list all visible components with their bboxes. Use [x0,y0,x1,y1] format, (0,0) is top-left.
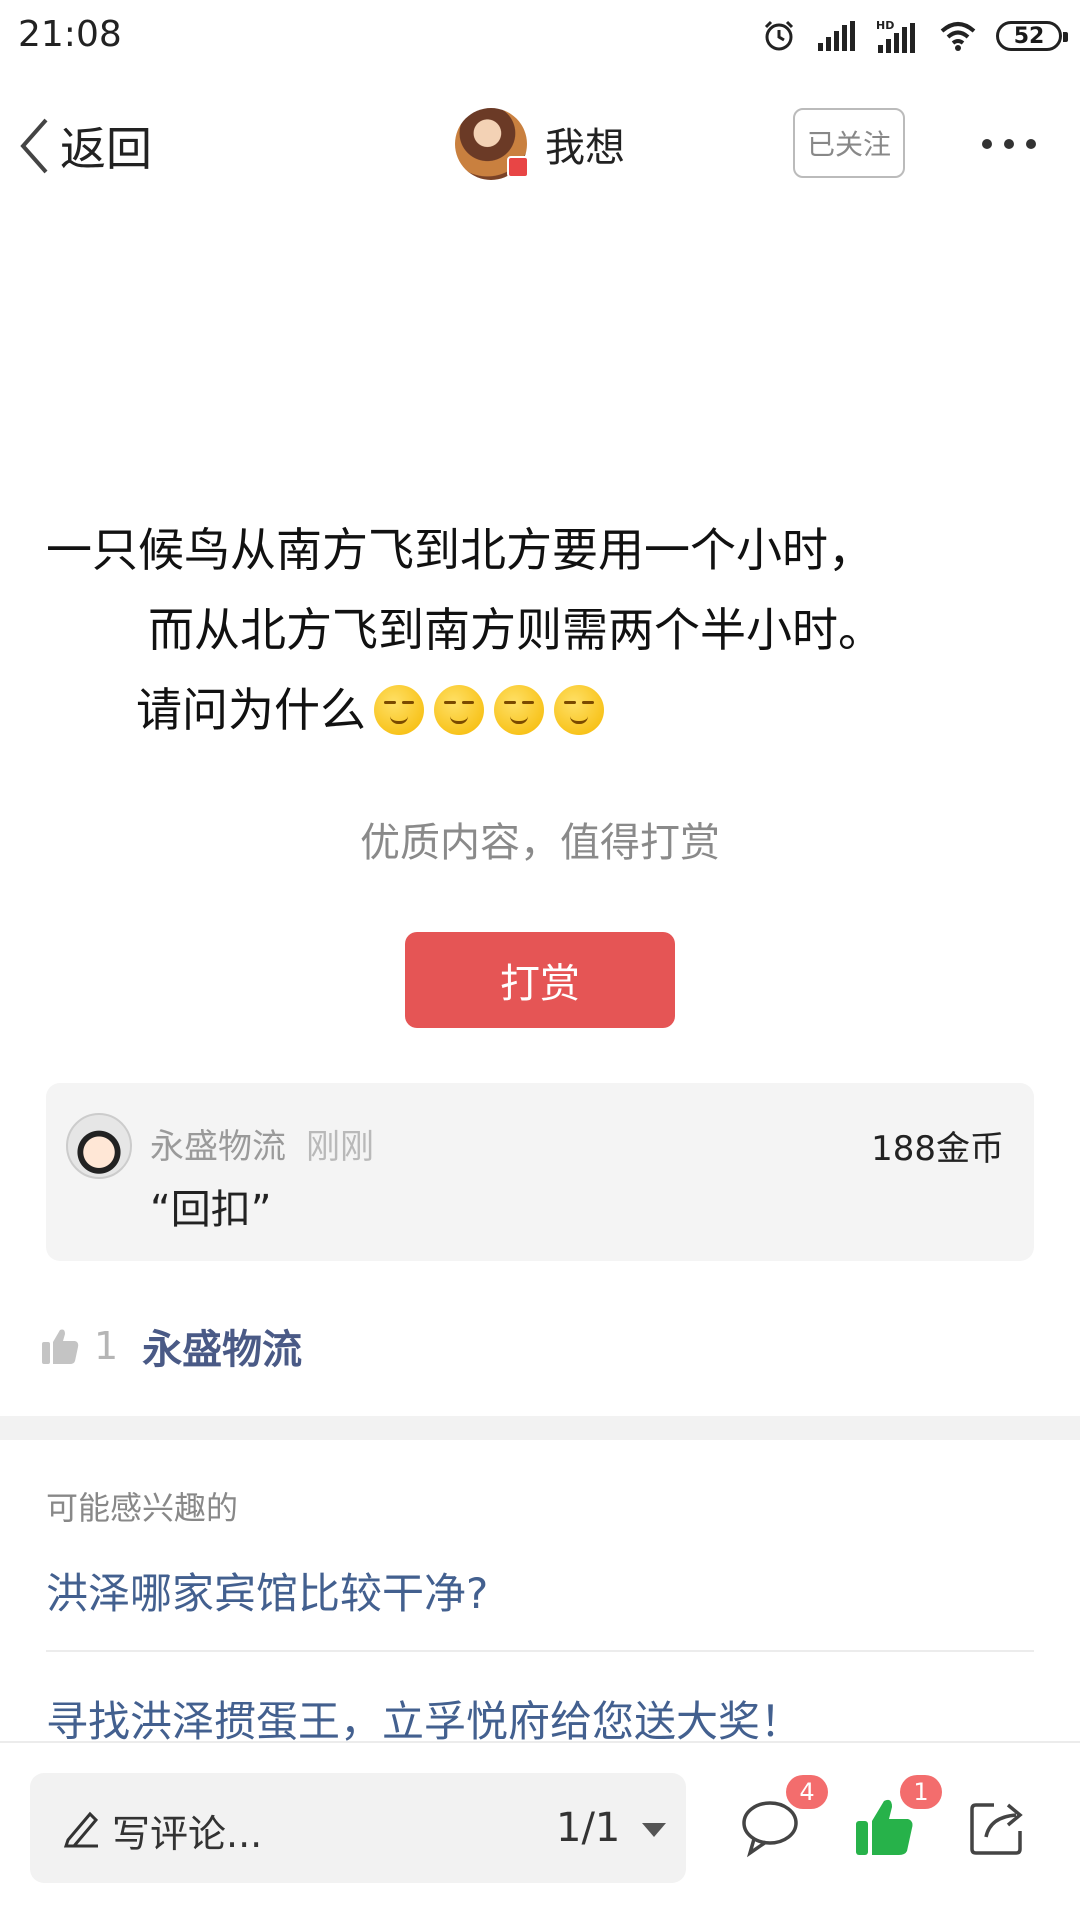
wifi-icon [940,22,976,51]
back-button[interactable]: 返回 [18,114,152,178]
comments-button[interactable]: 4 [738,1775,828,1859]
like-button[interactable]: 1 [852,1775,942,1859]
reward-button[interactable]: 打赏 [405,932,675,1028]
smirk-emoji-icon [494,685,544,735]
author-info[interactable]: 我想 [455,108,625,180]
hd-signal-icon: HD [876,19,915,53]
reward-message: “回扣” [150,1187,272,1233]
related-link[interactable]: 洪泽哪家宾馆比较干净? [46,1560,488,1621]
follow-button[interactable]: 已关注 [793,108,905,178]
bottom-bar: 写评论... 1/1 4 1 [0,1741,1080,1920]
svg-text:HD: HD [876,19,894,32]
comment-placeholder: 写评论... [112,1812,263,1856]
reward-coins: 188金币 [871,1129,1004,1169]
likes-row: 1 永盛物流 [40,1316,302,1376]
rewarder-avatar[interactable] [66,1113,132,1179]
like-count-badge: 1 [900,1775,942,1809]
battery-level: 52 [1013,23,1045,49]
back-label: 返回 [60,122,152,176]
more-dot [1004,139,1014,149]
smirk-emoji-icon [434,685,484,735]
share-button[interactable] [966,1795,1030,1859]
rewarder-name[interactable]: 永盛物流 [150,1119,286,1168]
related-title: 可能感兴趣的 [46,1489,239,1527]
post-content: 一只候鸟从南方飞到北方要用一个小时， 而从北方飞到南方则需两个半小时。 请问为什… [0,510,1080,750]
author-name[interactable]: 我想 [545,115,625,173]
page: 21:08 HD 52 返回 我想 已关注 一只候鸟从南方飞到北方要用一个小时，… [0,0,1080,1920]
caret-down-icon[interactable] [642,1823,666,1837]
post-line-3-text: 请问为什么 [136,683,366,737]
chevron-left-icon [20,118,48,174]
page-indicator[interactable]: 1/1 [556,1805,620,1851]
battery-icon: 52 [996,21,1068,51]
smirk-emoji-icon [554,685,604,735]
smirk-emoji-icon [374,685,424,735]
more-dot [1026,139,1036,149]
more-dot [982,139,992,149]
alarm-icon [764,20,794,51]
author-avatar[interactable] [455,108,529,180]
status-icons: HD 52 [762,16,1068,56]
comment-input[interactable]: 写评论... 1/1 [30,1773,686,1883]
post-header: 返回 我想 已关注 [0,90,1080,200]
likes-count: 1 [94,1324,119,1368]
divider [46,1650,1034,1652]
reward-hint: 优质内容，值得打赏 [360,820,720,866]
emoji-group [374,685,604,735]
section-divider [0,1416,1080,1440]
share-icon [970,1803,1023,1855]
pencil-icon [63,1811,99,1848]
liker-name[interactable]: 永盛物流 [142,1317,302,1375]
avatar-badge-icon [507,156,529,178]
related-link[interactable]: 寻找洪泽掼蛋王，立孚悦府给您送大奖！ [46,1688,802,1749]
post-line-3: 请问为什么 [0,670,1080,750]
status-bar: 21:08 HD 52 [0,0,1080,76]
reward-time: 刚刚 [306,1127,374,1167]
more-icon[interactable] [982,120,1036,168]
status-time: 21:08 [18,14,122,55]
thumbs-up-icon [42,1329,79,1364]
post-line-2: 而从北方飞到南方则需两个半小时。 [148,603,884,657]
post-line-1: 一只候鸟从南方飞到北方要用一个小时， [46,523,874,577]
reward-record: 永盛物流 刚刚 188金币 “回扣” [46,1083,1034,1261]
comment-count-badge: 4 [786,1775,828,1809]
signal-icon [818,21,855,51]
